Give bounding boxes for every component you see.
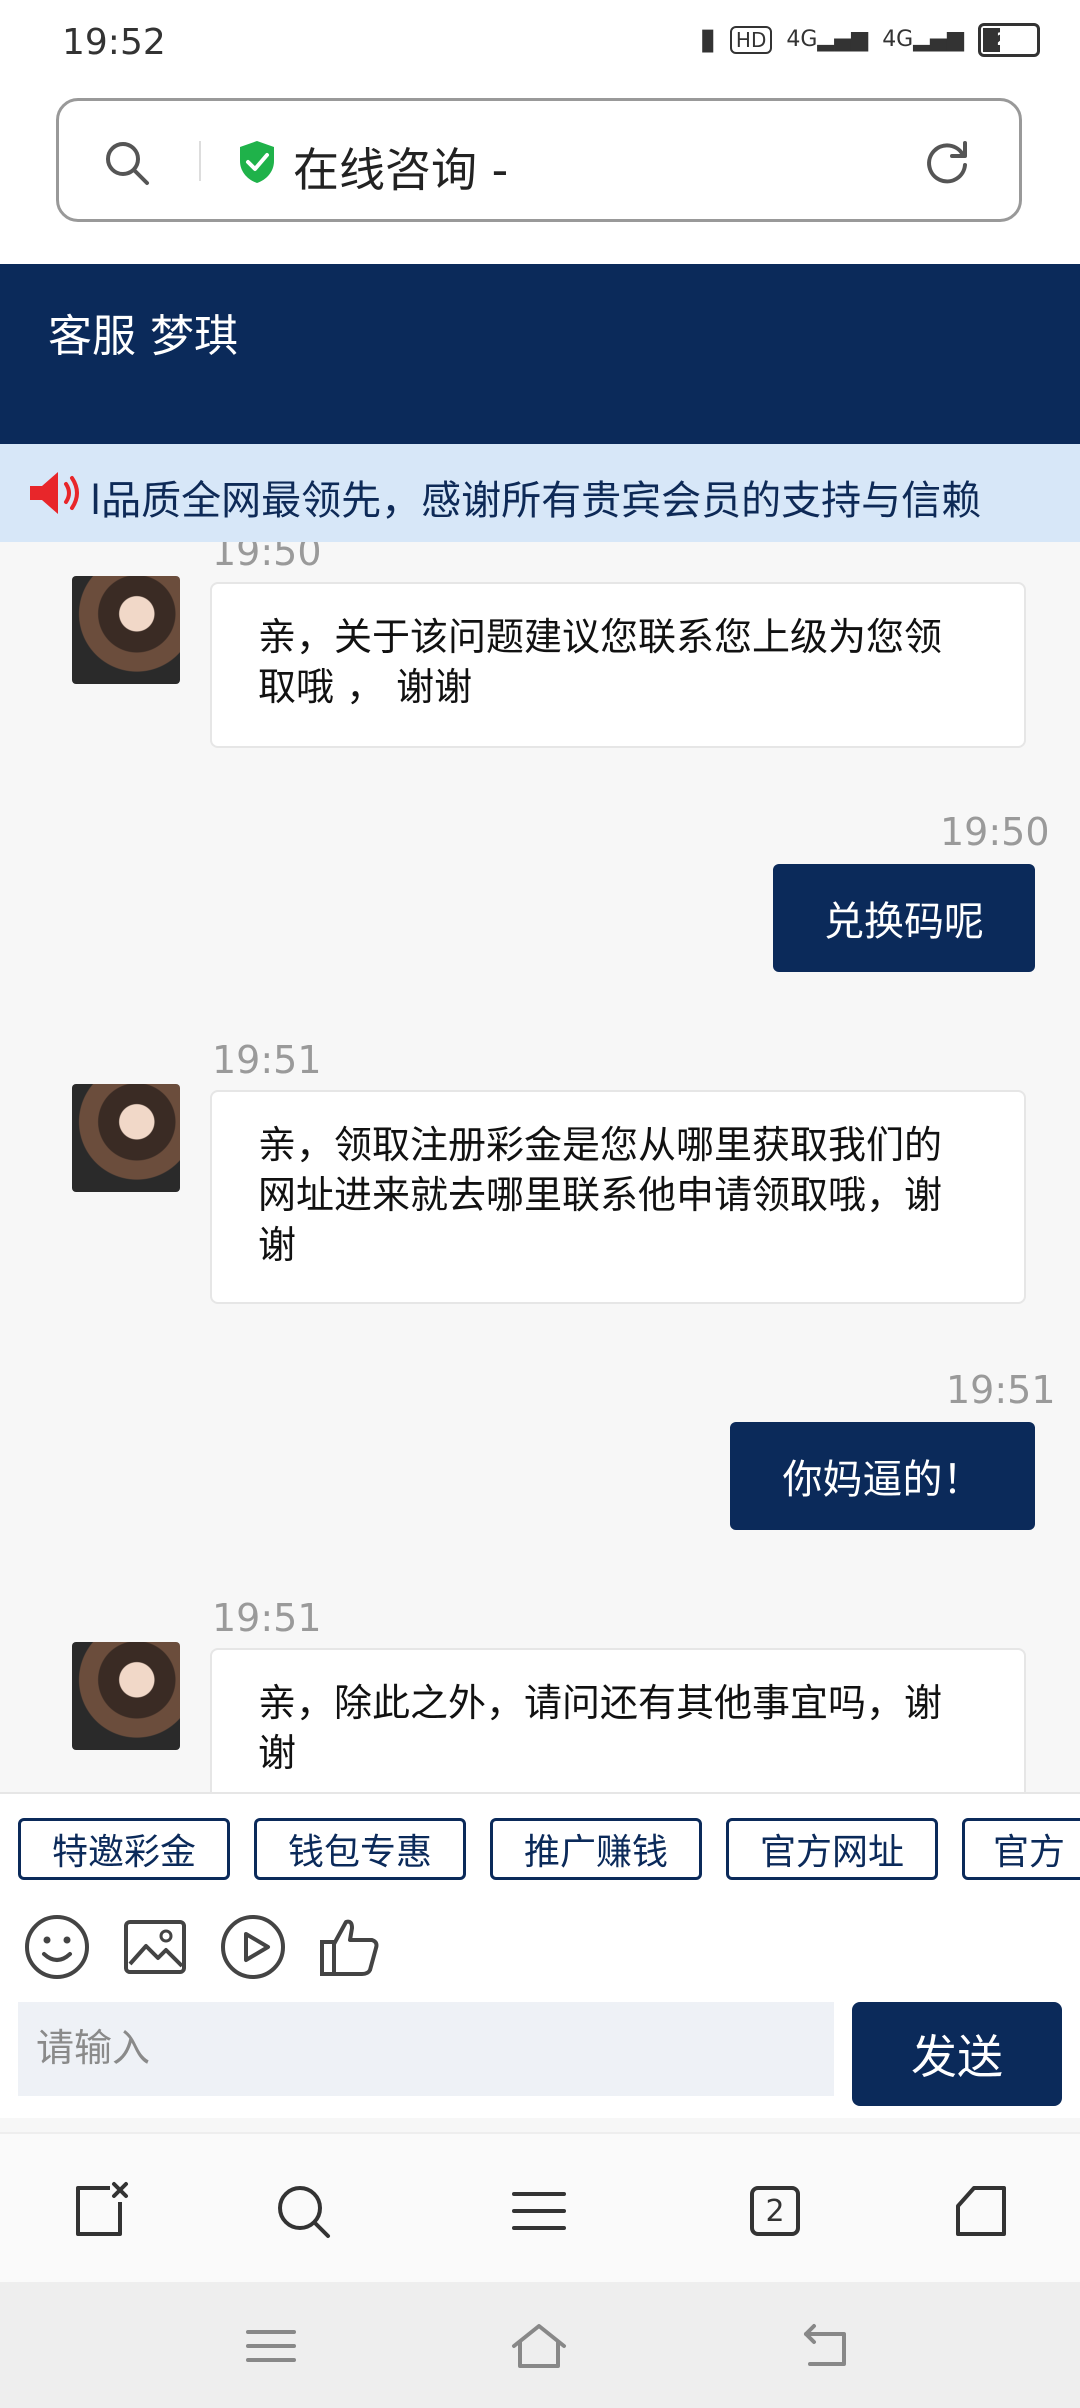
message-bubble-agent: 亲，除此之外，请问还有其他事宜吗，谢谢	[210, 1648, 1026, 1792]
agent-avatar[interactable]	[72, 576, 180, 684]
search-icon[interactable]	[103, 139, 151, 187]
signal-4g-icon: 4G▂▄▆	[786, 27, 869, 52]
quick-button-invite-bonus[interactable]: 特邀彩金	[18, 1818, 230, 1880]
message-bubble-agent: 亲，关于该问题建议您联系您上级为您领取哦 ， 谢谢	[210, 582, 1026, 748]
signal-4g-icon-2: 4G▂▄▆	[882, 27, 964, 52]
chat-header: 客服 梦琪	[0, 264, 1080, 444]
message-input[interactable]	[18, 2002, 834, 2096]
status-bar: 19:52 ▮ HD 4G▂▄▆ 4G▂▄▆ 28	[0, 0, 1080, 86]
speaker-icon	[30, 472, 79, 514]
video-icon[interactable]	[218, 1912, 288, 1982]
image-icon[interactable]	[120, 1912, 190, 1982]
quick-button-referral[interactable]: 推广赚钱	[490, 1818, 702, 1880]
tabs-icon[interactable]: 2	[744, 2180, 806, 2242]
message-time: 19:50	[212, 542, 322, 574]
menu-icon[interactable]	[508, 2180, 570, 2242]
announcement-marquee: l品质全网最领先，感谢所有贵宾会员的支持与信赖	[0, 444, 1080, 542]
message-time: 19:51	[212, 1596, 322, 1640]
browser-address-area: 在线咨询 -	[0, 86, 1080, 264]
marquee-text: l品质全网最领先，感谢所有贵宾会员的支持与信赖	[90, 478, 982, 524]
vibrate-icon: ▮	[699, 22, 716, 57]
back-icon[interactable]	[796, 2320, 858, 2372]
divider	[199, 141, 201, 181]
chat-title: 客服 梦琪	[48, 311, 238, 362]
status-time: 19:52	[62, 22, 166, 63]
quick-button-wallet-offer[interactable]: 钱包专惠	[254, 1818, 466, 1880]
search-icon[interactable]	[272, 2180, 334, 2242]
refresh-icon[interactable]	[921, 137, 973, 189]
message-bubble-agent: 亲，领取注册彩金是您从哪里获取我们的网址进来就去哪里联系他申请领取哦，谢谢	[210, 1090, 1026, 1304]
address-bar[interactable]: 在线咨询 -	[56, 98, 1022, 222]
message-time: 19:51	[212, 1038, 322, 1082]
home-icon[interactable]	[950, 2180, 1012, 2242]
page-title[interactable]: 在线咨询 -	[293, 134, 508, 200]
quick-button-official-site[interactable]: 官方网址	[726, 1818, 938, 1880]
browser-toolbar: 2	[0, 2132, 1080, 2284]
battery-icon: 28	[978, 22, 1040, 57]
send-button[interactable]: 发送	[852, 2002, 1062, 2106]
agent-avatar[interactable]	[72, 1642, 180, 1750]
input-tools	[0, 1892, 1080, 2002]
hd-badge: HD	[729, 25, 773, 54]
recent-apps-icon[interactable]	[240, 2320, 302, 2372]
home-nav-icon[interactable]	[508, 2320, 570, 2372]
message-input-row: 发送	[0, 2002, 1080, 2118]
edit-close-icon[interactable]	[70, 2180, 132, 2242]
emoji-icon[interactable]	[22, 1912, 92, 1982]
chat-messages[interactable]: 19:50 亲，关于该问题建议您联系您上级为您领取哦 ， 谢谢 19:50 兑换…	[0, 542, 1080, 1792]
message-time: 19:51	[946, 1368, 1056, 1412]
message-time: 19:50	[940, 810, 1050, 854]
shield-check-icon	[240, 141, 274, 183]
thumbs-up-icon[interactable]	[316, 1912, 386, 1982]
system-nav-bar	[0, 2282, 1080, 2408]
tab-count: 2	[765, 2193, 785, 2229]
agent-avatar[interactable]	[72, 1084, 180, 1192]
message-bubble-user: 你妈逼的！	[730, 1422, 1035, 1530]
status-icons: ▮ HD 4G▂▄▆ 4G▂▄▆ 28	[699, 22, 1040, 57]
quick-button-official-more[interactable]: 官方	[962, 1818, 1080, 1880]
message-bubble-user: 兑换码呢	[773, 864, 1035, 972]
quick-reply-bar[interactable]: 特邀彩金 钱包专惠 推广赚钱 官方网址 官方	[0, 1792, 1080, 1894]
